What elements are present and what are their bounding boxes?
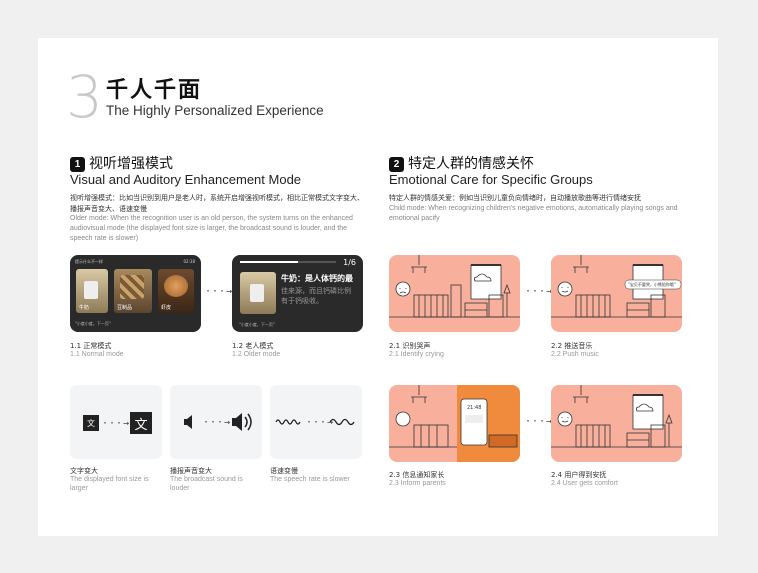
left-title-en: Visual and Auditory Enhancement Mode [70, 172, 302, 187]
section-number: 3 [66, 63, 103, 131]
food-card-milk[interactable]: 牛奶 [76, 269, 108, 313]
section-title-cn: 千人千面 [106, 78, 203, 103]
older-voice-hint: "小度小度，下一页" [239, 322, 275, 327]
section-title-en: The Highly Personalized Experience [106, 103, 324, 118]
feature-caption-en: The broadcast sound is louder [170, 476, 243, 492]
scene-push-music: "宝贝不要哭，小熊陪你哦" [551, 255, 682, 332]
normal-mode-screen: 提示什么不一样 02:38 牛奶 豆制品 虾皮 "小度小度，下一页" [70, 255, 201, 332]
speaker-high-icon [232, 413, 252, 431]
step-caption-en: 2.4 User gets comfort [551, 480, 618, 487]
small-text-icon: 文 [83, 415, 99, 431]
step-caption-en: 2.1 Identify crying [389, 351, 444, 358]
feature-caption-en: The displayed font size is larger [70, 476, 149, 492]
arrow-icon: ···→ [102, 418, 131, 429]
scene-identify-crying [389, 255, 520, 332]
progress-fill [240, 261, 298, 263]
arrow-icon: ···→ [306, 417, 335, 428]
food-label: 虾皮 [161, 305, 172, 311]
arrow-icon: ···→ [203, 417, 232, 428]
right-title-en: Emotional Care for Specific Groups [389, 172, 593, 187]
left-desc-en: Older mode: When the recognition user is… [70, 215, 353, 242]
milk-image [240, 272, 276, 314]
fast-wave-icon [275, 419, 301, 425]
milk-image [84, 281, 98, 299]
soy-image [120, 275, 144, 299]
older-caption-en: 1.2 Older mode [232, 351, 281, 358]
normal-caption-en: 1.1 Normal mode [70, 351, 124, 358]
nursery-illustration [389, 385, 518, 448]
older-page: 1/6 [343, 258, 356, 267]
older-sub: 佳来源，而且钙磷比例有于钙吸收。 [281, 287, 351, 305]
food-card-shrimp[interactable]: 虾皮 [158, 269, 194, 313]
nursery-illustration [551, 385, 682, 448]
feature-caption-en: The speech rate is slower [270, 476, 350, 483]
food-card-soy[interactable]: 豆制品 [114, 269, 152, 313]
arrow-icon: ···→ [525, 416, 554, 427]
normal-header: 提示什么不一样 [75, 259, 103, 264]
right-title: 2 特定人群的情感关怀 [389, 153, 534, 173]
feature-tile-volume: ···→ [170, 385, 262, 459]
right-title-cn: 特定人群的情感关怀 [408, 156, 534, 172]
nursery-illustration [551, 255, 682, 318]
step-caption-en: 2.3 Inform parents [389, 480, 446, 487]
normal-voice-hint: "小度小度，下一页" [75, 321, 111, 326]
right-badge: 2 [389, 156, 404, 172]
right-desc-cn: 特定人群的情感关爱：例如当识别儿童负向情绪时，自动播放歌曲等进行情绪安抚 [389, 194, 641, 202]
arrow-icon: ···→ [525, 286, 554, 297]
nursery-illustration [389, 255, 520, 318]
left-title: 1 视听增强模式 [70, 153, 173, 173]
scene-inform-parents: 21:48 [389, 385, 520, 462]
feature-tile-font: 文 ···→ 文 [70, 385, 162, 459]
shrimp-image [164, 275, 188, 297]
phone-time: 21:48 [467, 405, 482, 411]
large-text-icon: 文 [130, 412, 152, 434]
scene-user-comfort [551, 385, 682, 462]
right-desc-en: Child mode: When recognizing children's … [389, 205, 678, 222]
milk-bottle [250, 284, 264, 302]
left-badge: 1 [70, 156, 85, 172]
progress-track [240, 261, 336, 263]
arrow-icon: ···→ [205, 286, 234, 297]
older-mode-screen: 1/6 牛奶：是人体钙的最 佳来源，而且钙磷比例有于钙吸收。 "小度小度，下一页… [232, 255, 363, 332]
speaker-low-icon [184, 415, 192, 429]
feature-tile-speed: ···→ [270, 385, 362, 459]
normal-time: 02:38 [183, 259, 195, 264]
speech-bubble: "宝贝不要哭，小熊陪你哦" [628, 282, 676, 287]
food-label: 牛奶 [79, 305, 90, 311]
food-label: 豆制品 [117, 305, 133, 311]
older-title: 牛奶：是人体钙的最 [281, 274, 353, 283]
step-caption-en: 2.2 Push music [551, 351, 599, 358]
left-title-cn: 视听增强模式 [89, 156, 173, 172]
left-desc-cn: 视听增强模式：比如当识别到用户是老人时，系统开启增强视听模式，相比正常模式文字变… [70, 194, 364, 213]
